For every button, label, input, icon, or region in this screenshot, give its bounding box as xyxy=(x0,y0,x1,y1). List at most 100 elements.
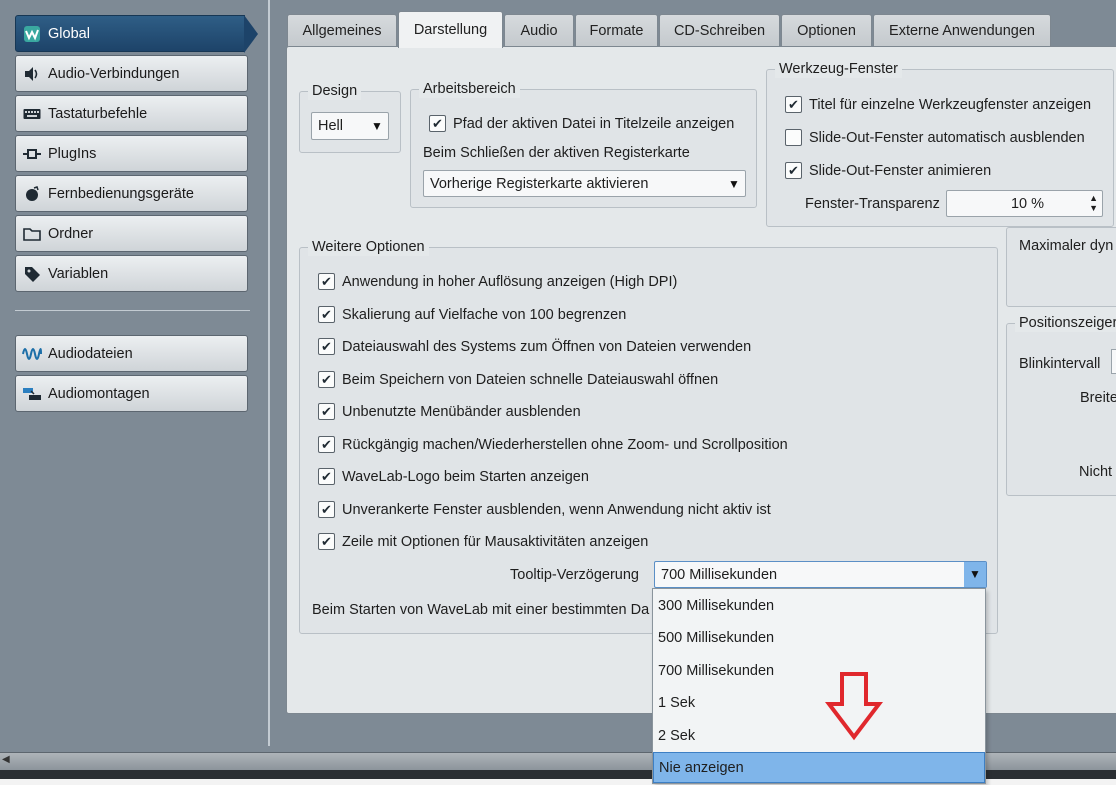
option-row[interactable]: WaveLab-Logo beim Starten anzeigen xyxy=(318,468,589,485)
scroll-left-icon[interactable]: ◀ xyxy=(2,754,10,765)
tab-optionen[interactable]: Optionen xyxy=(781,14,872,47)
schliessen-value: Vorherige Registerkarte aktivieren xyxy=(430,175,649,192)
option-checkbox[interactable] xyxy=(318,403,335,420)
dropdown-option[interactable]: 700 Millisekunden xyxy=(653,655,985,686)
pfad-checkbox[interactable] xyxy=(429,115,446,132)
tab-cd-schreiben[interactable]: CD-Schreiben xyxy=(659,14,780,47)
chevron-down-icon: ▼ xyxy=(371,119,383,133)
sidebar-item-label: PlugIns xyxy=(48,145,97,162)
werkzeug-option[interactable]: Slide-Out-Fenster animieren xyxy=(785,162,991,179)
plugin-icon xyxy=(22,144,42,164)
option-checkbox[interactable] xyxy=(318,306,335,323)
positionszeiger-title: Positionszeiger xyxy=(1015,314,1116,332)
sidebar-item-plugins[interactable]: PlugIns xyxy=(15,135,248,172)
sidebar-item-audiodateien[interactable]: Audiodateien xyxy=(15,335,248,372)
werkzeug-title: Werkzeug-Fenster xyxy=(775,60,902,78)
tab-externe-anwendungen[interactable]: Externe Anwendungen xyxy=(873,14,1051,47)
schliessen-select[interactable]: Vorherige Registerkarte aktivieren ▼ xyxy=(423,170,746,197)
option-row[interactable]: Unbenutzte Menübänder ausblenden xyxy=(318,403,581,420)
chevron-down-icon: ▼ xyxy=(964,562,986,587)
maximaler-group: Maximaler dyn xyxy=(1006,227,1116,307)
dropdown-option[interactable]: 1 Sek xyxy=(653,687,985,718)
sidebar-item-tastaturbefehle[interactable]: Tastaturbefehle xyxy=(15,95,248,132)
dropdown-option[interactable]: 500 Millisekunden xyxy=(653,622,985,653)
option-label: WaveLab-Logo beim Starten anzeigen xyxy=(342,468,589,485)
sidebar-item-ordner[interactable]: Ordner xyxy=(15,215,248,252)
option-checkbox[interactable] xyxy=(318,273,335,290)
transparenz-label: Fenster-Transparenz xyxy=(805,196,940,212)
slideout-auto-checkbox[interactable] xyxy=(785,129,802,146)
weitere-title: Weitere Optionen xyxy=(308,238,429,256)
sidebar-item-label: Audiomontagen xyxy=(48,385,150,402)
option-row[interactable]: Unverankerte Fenster ausblenden, wenn An… xyxy=(318,501,771,518)
option-row[interactable]: Dateiauswahl des Systems zum Öffnen von … xyxy=(318,338,751,355)
sidebar-item-label: Audiodateien xyxy=(48,345,133,362)
sidebar-splitter[interactable] xyxy=(268,0,270,746)
option-row[interactable]: Rückgängig machen/Wiederherstellen ohne … xyxy=(318,436,788,453)
design-group: Design Hell ▼ xyxy=(299,82,401,153)
tooltip-dropdown-list: 300 Millisekunden 500 Millisekunden 700 … xyxy=(652,588,986,784)
tab-darstellung[interactable]: Darstellung xyxy=(398,11,503,48)
slideout-auto-label: Slide-Out-Fenster automatisch ausblenden xyxy=(809,129,1085,146)
sidebar-item-label: Audio-Verbindungen xyxy=(48,65,180,82)
transparenz-value: 10 % xyxy=(1010,195,1045,212)
option-checkbox[interactable] xyxy=(318,468,335,485)
tooltip-select[interactable]: 700 Millisekunden ▼ xyxy=(654,561,987,588)
titel-checkbox[interactable] xyxy=(785,96,802,113)
schliessen-label: Beim Schließen der aktiven Registerkarte xyxy=(423,145,690,161)
tooltip-value: 700 Millisekunden xyxy=(661,566,778,583)
option-label: Zeile mit Optionen für Mausaktivitäten a… xyxy=(342,533,649,550)
tab-audio[interactable]: Audio xyxy=(504,14,574,47)
tab-allgemeines[interactable]: Allgemeines xyxy=(287,14,397,47)
slideout-anim-checkbox[interactable] xyxy=(785,162,802,179)
design-select[interactable]: Hell ▼ xyxy=(311,112,389,140)
design-value: Hell xyxy=(318,118,343,134)
blinkintervall-label: Blinkintervall xyxy=(1019,356,1101,372)
sidebar-item-variablen[interactable]: Variablen xyxy=(15,255,248,292)
maximaler-label: Maximaler dyn xyxy=(1019,238,1114,254)
sidebar-item-global[interactable]: Global xyxy=(15,15,258,53)
slideout-anim-label: Slide-Out-Fenster animieren xyxy=(809,162,992,179)
option-checkbox[interactable] xyxy=(318,371,335,388)
tooltip-label: Tooltip-Verzögerung xyxy=(510,567,639,583)
tab-formate[interactable]: Formate xyxy=(575,14,658,47)
option-checkbox[interactable] xyxy=(318,436,335,453)
sidebar-item-label: Ordner xyxy=(48,225,94,242)
option-label: Skalierung auf Vielfache von 100 begrenz… xyxy=(342,306,627,323)
transparenz-spinbox[interactable]: 10 % ▲ ▼ xyxy=(946,190,1103,217)
folder-icon xyxy=(22,224,42,244)
spin-arrows-icon[interactable]: ▲ ▼ xyxy=(1089,193,1098,213)
option-label: Dateiauswahl des Systems zum Öffnen von … xyxy=(342,338,752,355)
wavelab-icon xyxy=(22,24,42,44)
design-title: Design xyxy=(308,82,362,100)
sidebar: Global Audio-Verbindungen Tastaturbefehl… xyxy=(0,0,268,752)
tag-icon xyxy=(22,264,42,284)
sidebar-item-fernbedienungsgeraete[interactable]: Fernbedienungsgeräte xyxy=(15,175,248,212)
werkzeug-option[interactable]: Slide-Out-Fenster automatisch ausblenden xyxy=(785,129,1085,146)
pfad-option[interactable]: Pfad der aktiven Datei in Titelzeile anz… xyxy=(429,115,734,132)
weitere-optionen-group: Weitere Optionen Anwendung in hoher Aufl… xyxy=(299,238,998,634)
breite-label: Breite xyxy=(1080,390,1116,406)
werkzeug-group: Werkzeug-Fenster Titel für einzelne Werk… xyxy=(766,60,1114,227)
starten-label: Beim Starten von WaveLab mit einer besti… xyxy=(312,602,650,618)
dropdown-option-highlighted[interactable]: Nie anzeigen xyxy=(653,752,985,783)
arbeitsbereich-group: Arbeitsbereich Pfad der aktiven Datei in… xyxy=(410,80,757,208)
option-checkbox[interactable] xyxy=(318,533,335,550)
blinkintervall-field[interactable] xyxy=(1111,349,1116,374)
dropdown-option[interactable]: 2 Sek xyxy=(653,720,985,751)
option-row[interactable]: Zeile mit Optionen für Mausaktivitäten a… xyxy=(318,533,648,550)
dropdown-option[interactable]: 300 Millisekunden xyxy=(653,590,985,621)
sidebar-item-label: Tastaturbefehle xyxy=(48,105,148,122)
sidebar-item-label: Variablen xyxy=(48,265,109,282)
option-label: Rückgängig machen/Wiederherstellen ohne … xyxy=(342,436,788,453)
sidebar-item-audio-verbindungen[interactable]: Audio-Verbindungen xyxy=(15,55,248,92)
werkzeug-option[interactable]: Titel für einzelne Werkzeugfenster anzei… xyxy=(785,96,1091,113)
sidebar-item-audiomontagen[interactable]: Audiomontagen xyxy=(15,375,248,412)
option-checkbox[interactable] xyxy=(318,338,335,355)
positionszeiger-group: Positionszeiger Blinkintervall Breite Ni… xyxy=(1006,314,1116,496)
sidebar-divider xyxy=(15,310,250,311)
option-row[interactable]: Anwendung in hoher Auflösung anzeigen (H… xyxy=(318,273,677,290)
option-checkbox[interactable] xyxy=(318,501,335,518)
option-row[interactable]: Beim Speichern von Dateien schnelle Date… xyxy=(318,371,718,388)
option-row[interactable]: Skalierung auf Vielfache von 100 begrenz… xyxy=(318,306,626,323)
